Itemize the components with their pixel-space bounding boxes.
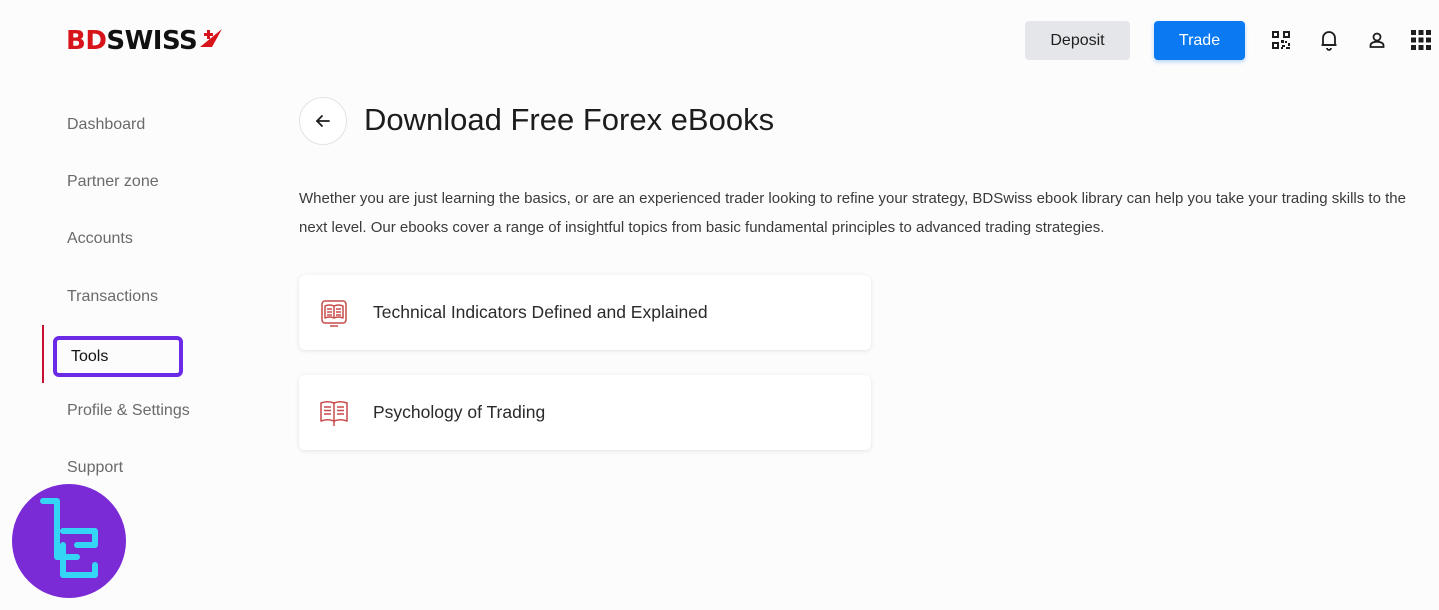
sidebar-item-support[interactable]: Support [67,457,123,479]
back-button[interactable] [299,97,347,145]
apps-grid-icon[interactable] [1409,28,1433,52]
sidebar-item-transactions[interactable]: Transactions [67,286,158,308]
sidebar-item-partner-zone[interactable]: Partner zone [67,171,159,193]
open-book-icon [317,396,351,430]
brand-logo-swoosh-icon [200,29,223,47]
bell-icon[interactable] [1317,28,1341,52]
ebook-title: Psychology of Trading [373,402,546,422]
brand-logo-swiss: SWISS [106,26,198,56]
sidebar-item-accounts[interactable]: Accounts [67,228,133,250]
ebook-title: Technical Indicators Defined and Explain… [373,302,708,322]
ebook-device-icon [317,296,351,330]
ebook-card-psychology-of-trading[interactable]: Psychology of Trading [299,375,871,450]
ebook-card-technical-indicators[interactable]: Technical Indicators Defined and Explain… [299,275,871,350]
sidebar-active-indicator [42,325,44,383]
watermark-logo-icon [40,498,98,578]
qr-code-icon[interactable] [1269,28,1293,52]
page-title: Download Free Forex eBooks [364,102,775,137]
watermark-logo-badge [12,484,126,598]
sidebar-item-profile-settings[interactable]: Profile & Settings [67,400,190,422]
deposit-button[interactable]: Deposit [1025,21,1130,60]
intro-text: Whether you are just learning the basics… [299,190,1406,236]
brand-logo-bd: BD [66,26,107,56]
user-icon[interactable] [1365,28,1389,52]
brand-logo[interactable]: BD SWISS [66,26,224,56]
sidebar-item-tools[interactable]: Tools [53,336,183,377]
trade-button[interactable]: Trade [1154,21,1245,60]
sidebar-item-dashboard[interactable]: Dashboard [67,114,145,136]
arrow-left-icon [316,115,330,127]
